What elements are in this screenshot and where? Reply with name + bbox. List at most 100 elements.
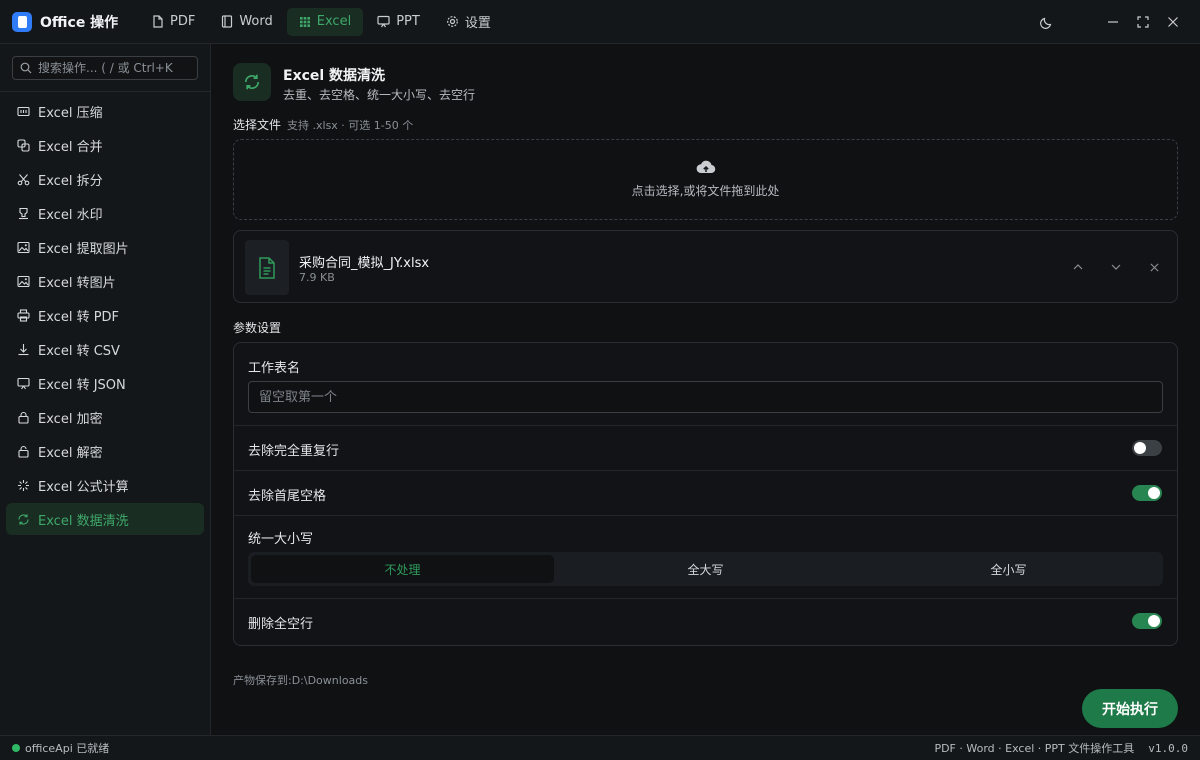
sidebar-item-excel-to-json[interactable]: Excel 转 JSON [6,367,204,399]
scissors-icon [17,173,30,185]
save-path: 产物保存到:D:\Downloads [233,674,368,687]
case-option-none[interactable]: 不处理 [251,555,554,583]
case-option-lower[interactable]: 全小写 [857,555,1160,583]
dedupe-toggle[interactable] [1132,440,1162,456]
move-up-button[interactable] [1063,252,1093,282]
remove-empty-label: 删除全空行 [248,617,314,632]
params-section-label: 参数设置 [233,321,282,335]
page-description: 去重、去空格、统一大小写、去空行 [283,88,476,102]
sidebar-item-label: Excel 转 JSON [38,377,126,393]
maximize-button[interactable] [1128,7,1158,37]
theme-toggle-button[interactable] [1032,7,1062,37]
gear-icon [446,16,458,27]
sidebar-item-label: Excel 数据清洗 [38,513,129,529]
file-actions [1055,252,1169,282]
divider [234,515,1177,516]
divider [234,598,1177,599]
file-name: 采购合同_模拟_JY.xlsx [299,256,430,271]
unlock-icon [18,445,29,458]
sidebar-item-label: Excel 提取图片 [38,241,129,257]
image-icon [17,241,30,253]
sidebar-item-label: Excel 拆分 [38,173,103,189]
sidebar-item-label: Excel 加密 [38,411,103,427]
moon-icon [1040,17,1052,29]
sidebar-item-excel-decrypt[interactable]: Excel 解密 [6,435,204,467]
file-select-hint: 支持 .xlsx · 可选 1-50 个 [287,119,414,132]
sidebar-item-excel-to-csv[interactable]: Excel 转 CSV [6,333,204,365]
remove-file-button[interactable] [1139,252,1169,282]
case-option-upper[interactable]: 全大写 [554,555,857,583]
sidebar-item-excel-data-clean[interactable]: Excel 数据清洗 [6,503,204,535]
version-label: v1.0.0 [1148,741,1188,755]
minimize-button[interactable] [1098,7,1128,37]
move-down-button[interactable] [1101,252,1131,282]
file-select-title: 选择文件 [233,118,282,132]
sheet-name-input[interactable] [248,381,1163,413]
tab-excel[interactable]: Excel [286,7,364,36]
tab-word[interactable]: Word [209,8,284,36]
sidebar-item-excel-to-pdf[interactable]: Excel 转 PDF [6,299,204,331]
divider [234,425,1177,426]
close-button[interactable] [1158,7,1188,37]
file-spreadsheet-icon [259,256,275,279]
sidebar-item-excel-encrypt[interactable]: Excel 加密 [6,401,204,433]
sidebar-item-label: Excel 转 PDF [38,309,120,325]
search-input[interactable] [38,61,188,75]
file-size: 7.9 KB [299,271,335,284]
file-dropzone[interactable]: 点击选择,或将文件拖到此处 [233,139,1178,220]
document-icon [153,15,163,28]
sidebar-item-label: Excel 压缩 [38,105,103,121]
tab-label: PDF [170,14,196,29]
run-button[interactable]: 开始执行 [1082,689,1178,728]
tab-settings[interactable]: 设置 [434,8,503,36]
close-icon [1149,262,1159,272]
sidebar-item-excel-compress[interactable]: Excel 压缩 [6,95,204,127]
app-tagline: PDF · Word · Excel · PPT 文件操作工具 [934,742,1135,755]
chevron-down-icon [1111,264,1121,270]
dedupe-label: 去除完全重复行 [248,444,340,459]
sidebar-item-label: Excel 合并 [38,139,103,155]
tab-ppt[interactable]: PPT [365,8,432,36]
case-label: 统一大小写 [248,532,314,547]
sidebar-item-excel-merge[interactable]: Excel 合并 [6,129,204,161]
sidebar-divider [0,91,210,92]
search-box[interactable] [12,56,198,80]
sidebar-item-excel-watermark[interactable]: Excel 水印 [6,197,204,229]
sidebar-item-label: Excel 转图片 [38,275,116,291]
tab-pdf[interactable]: PDF [140,8,207,36]
status-indicator [12,744,20,752]
sidebar-item-label: Excel 转 CSV [38,343,120,359]
params-card: 工作表名 去除完全重复行 去除首尾空格 统一大小写 不处理 全大写 全小写 删除… [233,342,1178,646]
sidebar-item-label: Excel 水印 [38,207,103,223]
tab-label: Excel [316,14,352,29]
file-item: 采购合同_模拟_JY.xlsx 7.9 KB [233,230,1178,303]
tool-icon-badge [233,63,271,101]
file-select-label: 选择文件 支持 .xlsx · 可选 1-50 个 [233,116,413,133]
top-nav: PDF Word Excel PPT 设置 [140,0,505,44]
book-icon [222,15,233,28]
status-bar: officeApi 已就绪 PDF · Word · Excel · PPT 文… [0,735,1200,760]
status-right: PDF · Word · Excel · PPT 文件操作工具 v1.0.0 [934,740,1188,756]
trim-toggle[interactable] [1132,485,1162,501]
chevron-up-icon [1073,264,1083,270]
presentation-icon [377,15,390,28]
search-icon [20,62,32,74]
sidebar-item-excel-formula[interactable]: Excel 公式计算 [6,469,204,501]
tab-label: PPT [396,14,420,29]
sidebar-item-excel-extract-images[interactable]: Excel 提取图片 [6,231,204,263]
remove-empty-toggle[interactable] [1132,613,1162,629]
file-thumbnail [245,240,289,295]
close-icon [1168,16,1178,27]
image-icon [17,275,30,287]
sidebar-item-excel-split[interactable]: Excel 拆分 [6,163,204,195]
tab-label: 设置 [464,16,491,31]
sidebar-item-excel-to-image[interactable]: Excel 转图片 [6,265,204,297]
title-bar: Office 操作 PDF Word Excel PPT 设置 [0,0,1200,44]
sidebar-list: Excel 压缩 Excel 合并 Excel 拆分 Excel 水印 Exce… [6,95,204,537]
merge-icon [17,138,30,152]
divider [234,470,1177,471]
refresh-icon [18,513,29,525]
main-panel: Excel 数据清洗 去重、去空格、统一大小写、去空行 选择文件 支持 .xlsx… [211,44,1200,735]
sidebar-item-label: Excel 解密 [38,445,103,461]
case-segmented-control: 不处理 全大写 全小写 [248,552,1163,586]
